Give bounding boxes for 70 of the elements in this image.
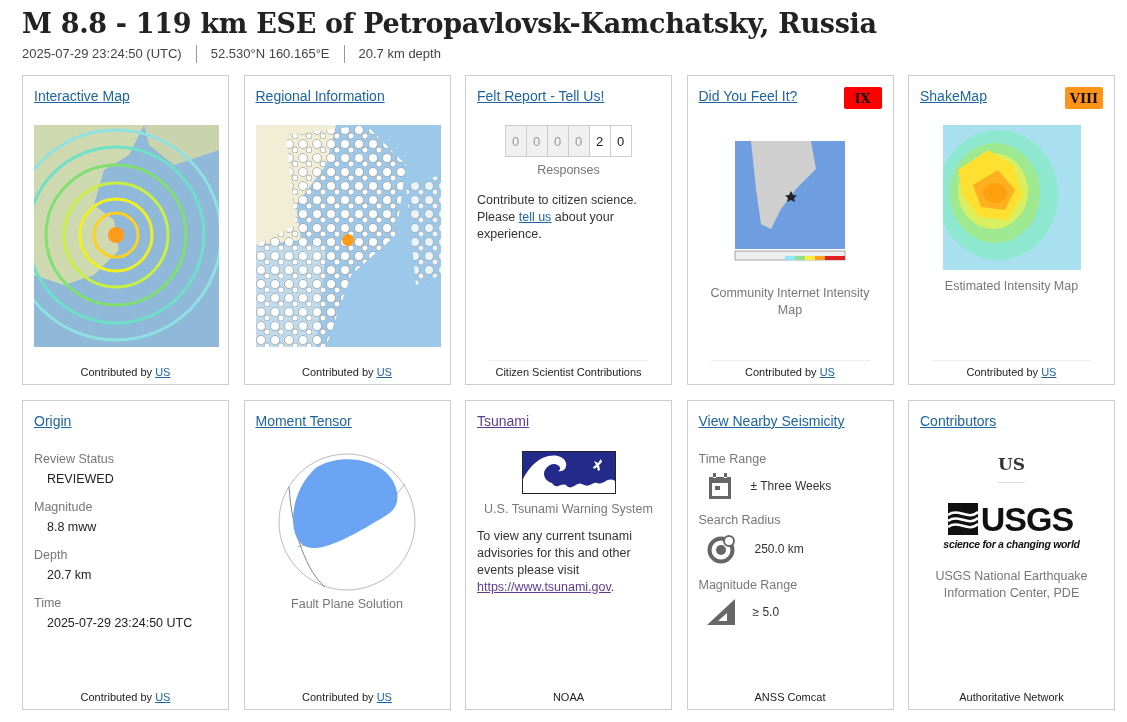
contributor-link[interactable]: US: [1041, 366, 1057, 378]
footer-text: Contributed by: [80, 366, 153, 378]
logo-tagline: science for a changing world: [943, 538, 1080, 550]
card-title-link[interactable]: Did You Feel It?: [698, 88, 798, 104]
footer-text: Contributed by: [745, 366, 817, 378]
card-title-link[interactable]: Moment Tensor: [255, 413, 352, 429]
field-value: 20.7 km: [47, 568, 93, 582]
footer-text: Contributed by: [966, 366, 1039, 378]
caption: Estimated Intensity Map: [944, 278, 1079, 295]
caption: Responses: [536, 162, 601, 179]
wave-icon: [521, 451, 616, 494]
field-label: Time Range: [698, 452, 768, 466]
caption: USGS National Earthquake Information Center, PDE: [934, 568, 1089, 602]
counter-digit: 0: [609, 125, 632, 157]
link[interactable]: tell us: [518, 210, 552, 224]
wave-lines-icon: [947, 503, 978, 535]
footer-text: Authoritative Network: [958, 690, 1065, 703]
logo-wordmark: USGS: [980, 501, 1075, 537]
card-title-link[interactable]: Contributors: [920, 413, 997, 429]
contributor-link[interactable]: US: [376, 691, 392, 703]
footer-text: Contributed by: [302, 366, 374, 378]
card-title-link[interactable]: Origin: [34, 413, 72, 429]
field-value: ≥ 5.0: [752, 605, 780, 619]
contributor-link[interactable]: US: [819, 366, 835, 378]
counter-digit: 0: [525, 125, 548, 157]
counter-digit: 0: [546, 125, 569, 157]
card-title-link[interactable]: Tsunami: [477, 413, 530, 429]
counter-digit: 0: [567, 125, 590, 157]
counter-digit: 0: [504, 125, 527, 157]
field-value: 8.8 mww: [47, 520, 98, 534]
field-label: Magnitude: [34, 500, 94, 514]
target-icon: [706, 534, 737, 564]
field-label: Time: [34, 596, 63, 610]
footer-text: Contributed by: [302, 691, 374, 703]
field-value: 250.0 km: [754, 542, 804, 556]
event-title: M 8.8 - 119 km ESE of Petropavlovsk-Kamchatsky, Russia: [22, 7, 877, 41]
contributor-link[interactable]: US: [155, 691, 171, 703]
calendar-icon: [706, 473, 733, 499]
intensity-badge: VIII: [1065, 87, 1103, 109]
event-meta: 52.530°N 160.165°E: [195, 45, 344, 63]
caption: U.S. Tsunami Warning System: [484, 501, 653, 518]
field-label: Magnitude Range: [698, 578, 799, 592]
card-title-link[interactable]: Felt Report - Tell Us!: [477, 88, 605, 104]
field-label: Review Status: [34, 452, 115, 466]
event-meta: 20.7 km depth: [343, 45, 455, 63]
counter-digit: 2: [588, 125, 611, 157]
contributor-link[interactable]: US: [376, 366, 392, 378]
caption: Fault Plane Solution: [291, 596, 403, 613]
card-title-link[interactable]: View Nearby Seismicity: [698, 413, 845, 429]
footer-text: ANSS Comcat: [753, 690, 827, 703]
card-title-link[interactable]: Regional Information: [255, 88, 385, 104]
field-value: 2025-07-29 23:24:50 UTC: [47, 616, 194, 630]
footer-text: NOAA: [551, 690, 586, 703]
field-label: Depth: [34, 548, 69, 562]
footer-text: Citizen Scientist Contributions: [489, 360, 648, 378]
intensity-badge: IX: [843, 87, 882, 109]
tsunami-text: To view any current tsunami advisories for this and other events please visit https://www.tsunami.gov.: [477, 528, 633, 596]
card-title-link[interactable]: Interactive Map: [34, 88, 130, 104]
field-value: REVIEWED: [47, 472, 115, 486]
footer-text: Contributed by: [80, 691, 153, 703]
event-meta: 2025-07-29 23:24:50 (UTC): [22, 45, 183, 63]
card-title-link[interactable]: ShakeMap: [920, 88, 987, 104]
contributor-link[interactable]: US: [155, 366, 171, 378]
caption: Community Internet Intensity Map: [709, 285, 871, 319]
network-name: US: [997, 454, 1026, 483]
triangle-icon: [706, 599, 735, 625]
link[interactable]: https://www.tsunami.gov: [477, 580, 611, 594]
felt-report-text: Contribute to citizen science. Please tell us about your experience.: [477, 192, 638, 243]
field-label: Search Radius: [698, 513, 782, 527]
field-value: ± Three Weeks: [750, 479, 832, 493]
